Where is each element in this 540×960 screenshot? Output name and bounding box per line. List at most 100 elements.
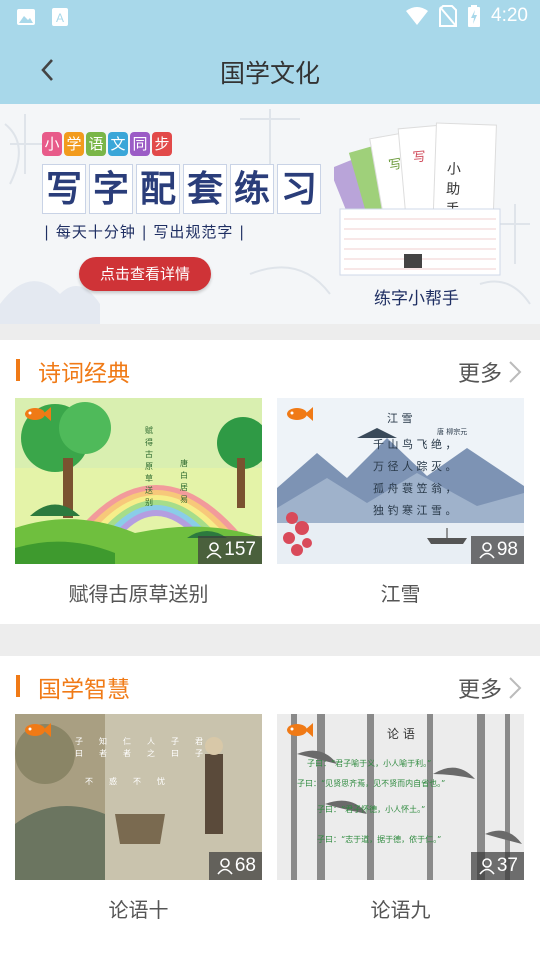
svg-text:论 语: 论 语 — [387, 727, 415, 741]
svg-text:别: 别 — [145, 498, 153, 507]
card-thumbnail: 子曰 知者 仁者 人之 子曰 君子 不惑不忧 68 — [15, 714, 262, 880]
svg-text:子: 子 — [171, 737, 179, 746]
svg-text:不: 不 — [85, 777, 93, 786]
chevron-right-icon — [509, 677, 522, 699]
svg-text:惑: 惑 — [109, 776, 117, 786]
title-char: 配 — [136, 164, 180, 214]
section-title: 诗词经典 — [38, 361, 130, 387]
content-card[interactable]: 子曰 知者 仁者 人之 子曰 君子 不惑不忧 68 论语十 — [15, 714, 262, 940]
content-card[interactable]: 江 雪 千 山 鸟 飞 绝 ， 万 径 人 踪 灭 。 孤 舟 蓑 笠 翁 ， … — [277, 398, 524, 624]
promo-banner[interactable]: 小 学 语 文 同 步 写 字 配 套 练 习 | 每天十分钟 | 写出规范字 … — [0, 104, 540, 324]
image-notification-icon — [17, 9, 35, 25]
svg-text:子曰：“君子喻于义，小人喻于利。”: 子曰：“君子喻于义，小人喻于利。” — [307, 758, 431, 768]
svg-text:得: 得 — [145, 437, 153, 447]
app-logo-icon — [25, 723, 51, 737]
svg-text:知: 知 — [99, 736, 107, 746]
svg-text:子曰：“志于道，据于德，依于仁。”: 子曰：“志于道，据于德，依于仁。” — [317, 834, 441, 844]
battery-charging-icon — [468, 5, 481, 27]
banner-slogan: | 每天十分钟 | 写出规范字 | — [44, 223, 246, 241]
app-logo-icon — [25, 407, 51, 421]
card-title: 论语十 — [15, 880, 262, 940]
card-title: 赋得古原草送别 — [15, 564, 262, 624]
section-accent-bar — [16, 675, 20, 697]
svg-text:居: 居 — [180, 483, 188, 492]
svg-text:江 雪: 江 雪 — [387, 412, 413, 425]
workbooks-illustration: 写 写 小助手 — [334, 122, 501, 276]
tagline-char: 语 — [86, 132, 106, 156]
svg-text:白: 白 — [180, 470, 188, 480]
svg-text:唐: 唐 — [180, 458, 188, 468]
svg-text:忧: 忧 — [157, 776, 165, 786]
card-thumbnail: 赋得古原草送别 唐白居易 157 — [15, 398, 262, 564]
svg-text:曰: 曰 — [171, 749, 179, 758]
card-thumbnail: 江 雪 千 山 鸟 飞 绝 ， 万 径 人 踪 灭 。 孤 舟 蓑 笠 翁 ， … — [277, 398, 524, 564]
section-poetry: 诗词经典 更多 赋 得 古 原 草 送 别 唐 白 居 易 157 赋得古原草送… — [0, 340, 540, 624]
svg-text:子曰：“君子怀德，小人怀土。”: 子曰：“君子怀德，小人怀土。” — [317, 804, 425, 814]
banner-title: 写 字 配 套 练 习 — [42, 164, 324, 214]
card-thumbnail: 论 语 子曰：“君子喻于义，小人喻于利。” 子曰：“见贤思齐焉，见不贤而内自省也… — [277, 714, 524, 880]
title-char: 写 — [42, 164, 86, 214]
svg-text:写: 写 — [412, 150, 426, 166]
tagline-char: 文 — [108, 132, 128, 156]
svg-text:原: 原 — [145, 462, 153, 471]
chevron-right-icon — [509, 361, 522, 383]
svg-text:小: 小 — [447, 161, 462, 177]
user-icon — [206, 542, 222, 559]
banner-tagline: 小 学 语 文 同 步 — [42, 132, 172, 156]
text-notification-icon: A — [52, 8, 68, 26]
view-count: 98 — [496, 539, 518, 560]
svg-text:送: 送 — [145, 485, 153, 495]
app-logo-icon — [287, 407, 313, 421]
clock: 4:20 — [491, 5, 528, 26]
view-count-badge: 157 — [198, 536, 262, 564]
title-char: 练 — [230, 164, 274, 214]
svg-text:子: 子 — [195, 749, 203, 758]
banner-helper-text: 练字小帮手 — [374, 289, 459, 309]
page-title: 国学文化 — [219, 59, 320, 88]
user-icon — [479, 542, 495, 559]
content-card[interactable]: 论 语 子曰：“君子喻于义，小人喻于利。” 子曰：“见贤思齐焉，见不贤而内自省也… — [277, 714, 524, 940]
svg-text:A: A — [56, 11, 64, 25]
svg-text:不: 不 — [133, 777, 141, 786]
svg-text:仁: 仁 — [123, 736, 131, 746]
svg-text:曰: 曰 — [75, 749, 83, 758]
card-title: 论语九 — [277, 880, 524, 940]
section-accent-bar — [16, 359, 20, 381]
more-label: 更多 — [457, 362, 502, 387]
svg-text:之: 之 — [147, 748, 155, 758]
more-label: 更多 — [457, 678, 502, 703]
status-bar: A 4:20 — [0, 0, 540, 36]
svg-text:草: 草 — [145, 473, 153, 483]
tagline-char: 学 — [64, 132, 84, 156]
view-details-button[interactable]: 点击查看详情 — [79, 257, 211, 291]
svg-text:助: 助 — [446, 181, 461, 197]
svg-text:君: 君 — [195, 737, 203, 746]
svg-text:者: 者 — [123, 749, 131, 758]
header: 国学文化 — [0, 36, 540, 104]
wifi-icon — [406, 7, 429, 25]
title-char: 套 — [183, 164, 227, 214]
title-char: 习 — [277, 164, 321, 214]
svg-text:者: 者 — [99, 749, 107, 758]
user-icon — [217, 858, 233, 875]
section-title: 国学智慧 — [38, 677, 130, 703]
title-char: 字 — [89, 164, 133, 214]
section-header: 诗词经典 更多 — [0, 340, 540, 400]
svg-text:唐 柳宗元: 唐 柳宗元 — [437, 427, 467, 436]
tagline-char: 步 — [152, 132, 172, 156]
more-button[interactable]: 更多 — [458, 672, 522, 704]
app-logo-icon — [287, 723, 313, 737]
tagline-char: 小 — [42, 132, 62, 156]
svg-text:独 钓 寒 江 雪 。: 独 钓 寒 江 雪 。 — [373, 503, 456, 517]
view-count-badge: 68 — [208, 852, 262, 880]
view-count: 157 — [224, 539, 256, 560]
svg-text:千 山 鸟 飞 绝 ，: 千 山 鸟 飞 绝 ， — [373, 437, 456, 451]
section-wisdom: 国学智慧 更多 子曰 知者 仁者 人之 子曰 君子 不 惑 不 忧 68 论语十… — [0, 656, 540, 960]
content-card[interactable]: 赋得古原草送别 唐白居易 157 赋得古原草送别 — [15, 398, 262, 624]
view-count: 68 — [234, 855, 256, 876]
svg-text:赋: 赋 — [145, 426, 153, 435]
svg-text:子: 子 — [75, 737, 83, 746]
svg-text:万 径 人 踪 灭 。: 万 径 人 踪 灭 。 — [373, 459, 456, 473]
more-button[interactable]: 更多 — [458, 356, 522, 388]
view-count-badge: 98 — [470, 536, 524, 564]
